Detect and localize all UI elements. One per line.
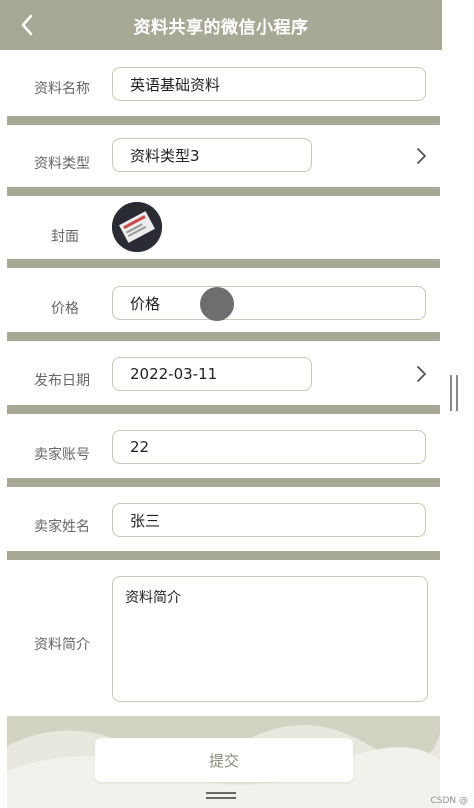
price-field[interactable]: 价格	[112, 286, 426, 320]
price-label: 价格	[51, 301, 79, 317]
watermark: CSDN @	[430, 796, 468, 806]
type-label: 资料类型	[34, 156, 90, 172]
row-divider	[7, 259, 440, 268]
intro-textarea[interactable]: 资料简介	[112, 576, 428, 702]
row-divider	[7, 405, 440, 414]
switch-knob[interactable]	[200, 287, 234, 321]
seller-name-field[interactable]: 张三	[112, 503, 426, 537]
seller-name-label: 卖家姓名	[34, 519, 90, 535]
submit-button[interactable]: 提交	[95, 738, 353, 782]
row-divider	[7, 478, 440, 487]
chevron-left-icon	[21, 14, 33, 36]
cover-label: 封面	[51, 229, 79, 245]
type-select[interactable]: 资料类型3	[112, 138, 312, 172]
back-button[interactable]	[16, 13, 38, 37]
name-field[interactable]: 英语基础资料	[112, 67, 426, 101]
cover-image[interactable]	[112, 202, 162, 252]
cover-thumbnail	[112, 202, 162, 252]
home-indicator	[206, 792, 236, 794]
row-divider	[7, 332, 440, 341]
nav-bar: 资料共享的微信小程序	[0, 0, 442, 50]
intro-label: 资料简介	[34, 637, 90, 653]
row-divider	[7, 116, 440, 125]
chevron-right-icon[interactable]	[414, 147, 428, 165]
scrollbar-handle[interactable]	[450, 375, 460, 411]
phone-screen: 资料共享的微信小程序 资料名称 英语基础资料 资料类型 资料类型3 封面 价格 …	[0, 0, 442, 808]
name-label: 资料名称	[34, 81, 90, 97]
chevron-right-icon[interactable]	[414, 365, 428, 383]
page-title: 资料共享的微信小程序	[133, 17, 309, 38]
row-divider	[7, 187, 440, 196]
seller-account-field[interactable]: 22	[112, 430, 426, 464]
date-picker[interactable]: 2022-03-11	[112, 357, 312, 391]
row-divider	[7, 551, 440, 560]
seller-account-label: 卖家账号	[34, 447, 90, 463]
date-label: 发布日期	[34, 373, 90, 389]
